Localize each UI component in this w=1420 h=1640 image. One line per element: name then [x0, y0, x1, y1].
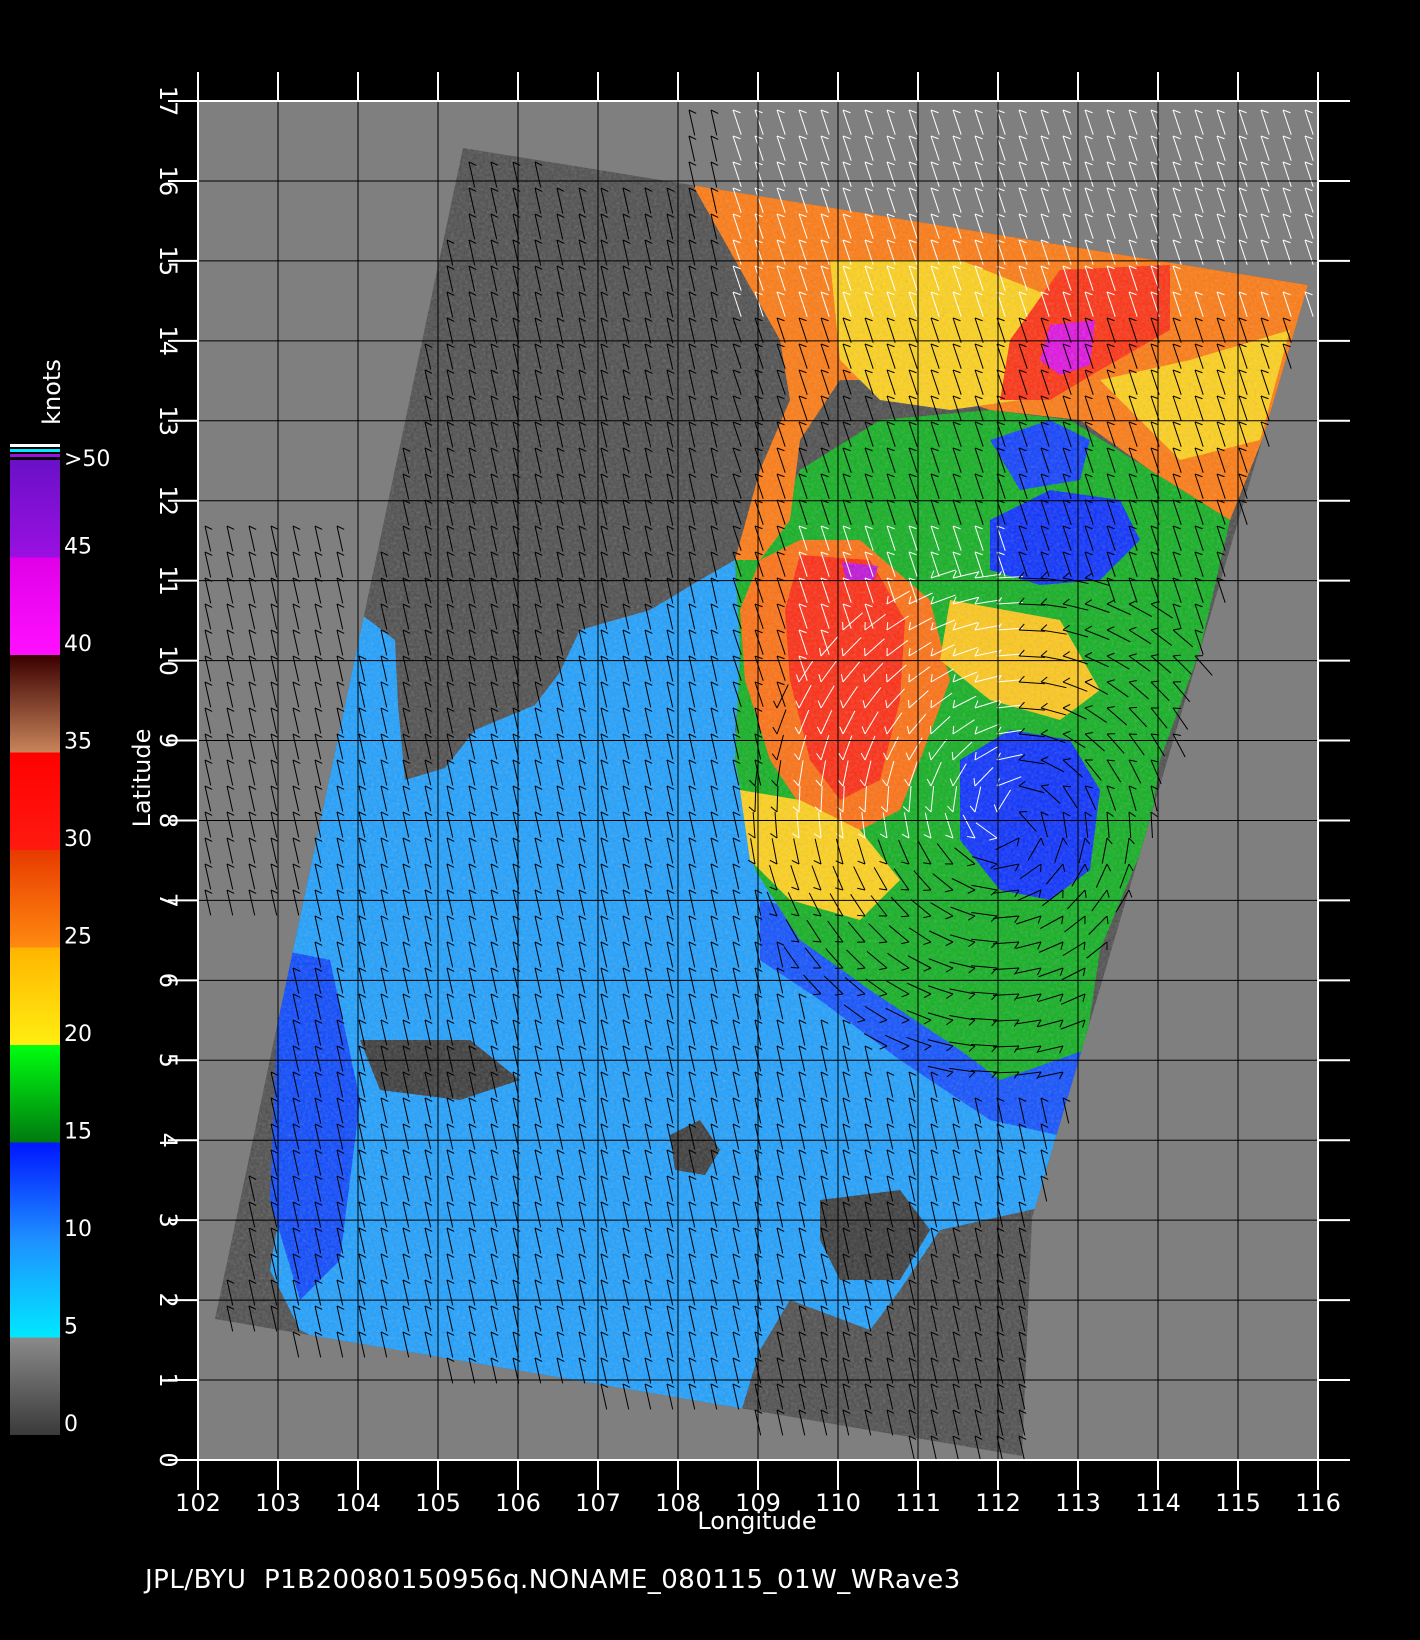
lat-tick-label: 14 [154, 326, 182, 357]
colorbar-band [10, 1142, 60, 1240]
colorbar-cap [10, 454, 60, 457]
colorbar-label: 40 [64, 632, 92, 657]
colorbar-label: 30 [64, 827, 92, 852]
lat-tick-label: 13 [154, 405, 182, 436]
wind-barb-flag [907, 699, 910, 709]
colorbar-band [10, 1045, 60, 1143]
lon-tick-label: 108 [655, 1489, 701, 1517]
colorbar-cap [10, 449, 60, 452]
lon-tick-label: 107 [575, 1489, 621, 1517]
lon-tick-label: 111 [895, 1489, 941, 1517]
lon-tick-label: 106 [495, 1489, 541, 1517]
wind-barb-flag [812, 993, 822, 996]
colorbar-label: 35 [64, 730, 92, 755]
colorbar-band [10, 947, 60, 1045]
colorbar-label: 15 [64, 1120, 92, 1145]
colorbar-band [10, 460, 60, 558]
colorbar-band [10, 1337, 60, 1435]
lon-tick-label: 112 [975, 1489, 1021, 1517]
lon-tick-label: 113 [1055, 1489, 1101, 1517]
lat-tick-label: 4 [154, 1133, 182, 1148]
lat-tick-label: 6 [154, 973, 182, 988]
colorbar-band [10, 1240, 60, 1338]
wind-barb-flag [856, 914, 866, 917]
lon-tick-label: 103 [255, 1489, 301, 1517]
lon-tick-label: 105 [415, 1489, 461, 1517]
lat-tick-label: 7 [154, 893, 182, 908]
lat-tick-label: 17 [154, 86, 182, 117]
wind-barb-flag [900, 888, 910, 891]
lat-tick-label: 15 [154, 246, 182, 277]
colorbar: 0 5 10 15 20 25 30 35 40 45 >50 [10, 444, 110, 1437]
colorbar-band [10, 655, 60, 753]
lat-tick-label: 8 [154, 813, 182, 828]
lat-tick-label: 5 [154, 1053, 182, 1068]
colorbar-label: >50 [64, 447, 110, 472]
y-axis-label: Latitude [128, 729, 156, 828]
lat-tick-label: 11 [154, 565, 182, 596]
lon-tick-label: 102 [175, 1489, 221, 1517]
lat-tick-label: 16 [154, 166, 182, 197]
wind-barb-flag [1172, 707, 1182, 710]
colorbar-band [10, 557, 60, 655]
lat-tick-label: 9 [154, 733, 182, 748]
lat-tick-label: 2 [154, 1292, 182, 1307]
colorbar-title: knots [38, 359, 66, 425]
lon-tick-label: 114 [1135, 1489, 1181, 1517]
lat-tick-label: 3 [154, 1213, 182, 1228]
lat-tick-label: 12 [154, 485, 182, 516]
wind-barb-flag [900, 915, 910, 918]
wind-barb-flag [1128, 706, 1138, 709]
lon-tick-label: 110 [815, 1489, 861, 1517]
colorbar-band [10, 752, 60, 850]
colorbar-label: 5 [64, 1315, 78, 1340]
colorbar-label: 25 [64, 925, 92, 950]
wind-barb-flag [929, 725, 932, 735]
latitude-tick-labels: 01234567891011121314151617 [154, 86, 182, 1468]
lon-tick-label: 116 [1295, 1489, 1341, 1517]
x-axis-label: Longitude [697, 1507, 816, 1535]
colorbar-label: 20 [64, 1022, 92, 1047]
lat-tick-label: 10 [154, 645, 182, 676]
lon-tick-label: 115 [1215, 1489, 1261, 1517]
colorbar-cap [10, 444, 60, 447]
lat-tick-label: 1 [154, 1372, 182, 1387]
wind-barb-flag [952, 725, 955, 735]
colorbar-band [10, 850, 60, 948]
lat-tick-label: 0 [154, 1452, 182, 1467]
colorbar-label: 10 [64, 1217, 92, 1242]
colorbar-label: 45 [64, 535, 92, 560]
colorbar-label: 0 [64, 1412, 78, 1437]
wind-map-figure: 102 103 104 105 106 107 108 109 110 111 112 113 114 1… [10, 72, 1350, 1535]
wind-barb-flag [951, 751, 954, 761]
lon-tick-label: 104 [335, 1489, 381, 1517]
file-caption: JPL/BYU P1B20080150956q.NONAME_080115_01… [145, 1565, 961, 1595]
